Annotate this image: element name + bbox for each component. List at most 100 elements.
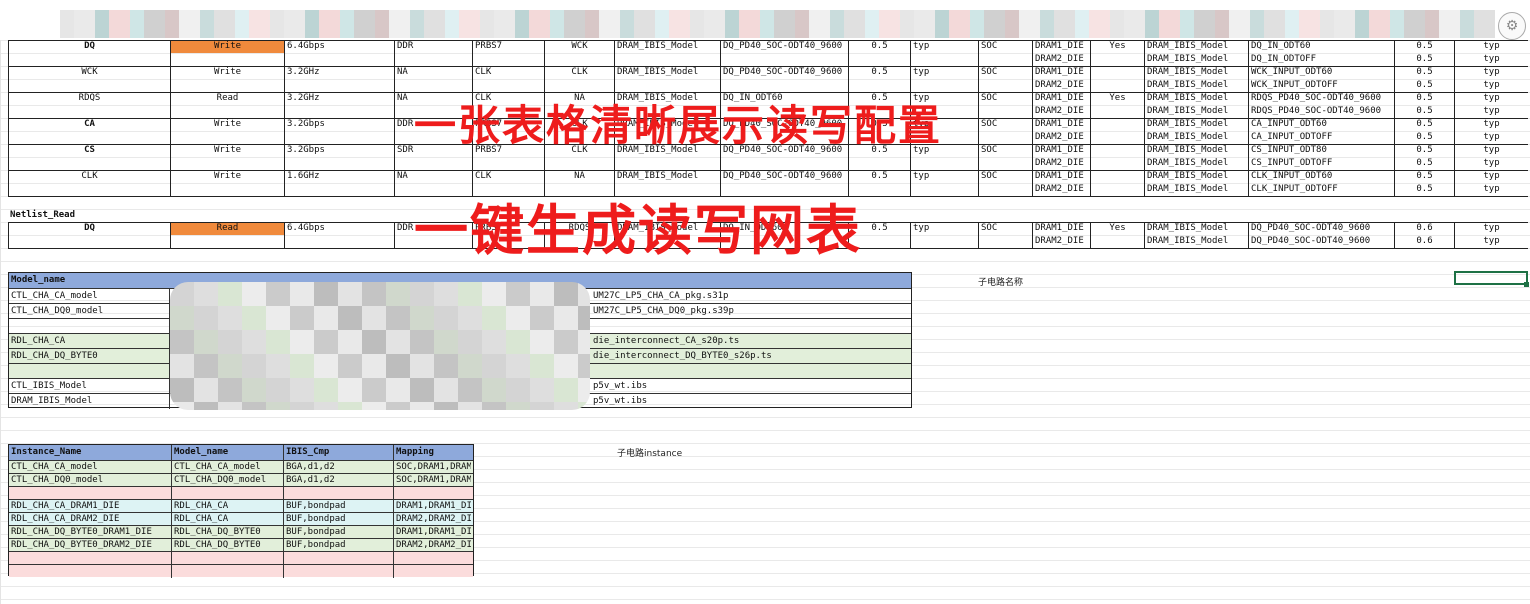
instance-header-cell[interactable]: Instance_Name: [9, 445, 171, 460]
cell-die[interactable]: DRAM1_DIE: [1032, 222, 1090, 235]
cell-die[interactable]: DRAM2_DIE: [1032, 157, 1090, 170]
cell-drv[interactable]: [978, 131, 1032, 144]
cell-v2[interactable]: 0.5: [1394, 170, 1454, 183]
cell-c2[interactable]: typ: [1454, 235, 1528, 248]
model-path-cell[interactable]: UM27C_LP5_CHA_DQ0_pkg.s39p: [591, 304, 909, 319]
cell-type[interactable]: [394, 157, 472, 170]
cell-sig[interactable]: DQ: [8, 40, 170, 53]
cell-pat[interactable]: CLK: [472, 66, 544, 79]
cell-sig[interactable]: WCK: [8, 66, 170, 79]
cell-ref[interactable]: [544, 79, 614, 92]
cell-m3[interactable]: DRAM_IBIS_Model: [1144, 118, 1248, 131]
cell-dir[interactable]: [170, 183, 284, 196]
cell-die[interactable]: DRAM2_DIE: [1032, 105, 1090, 118]
cell-m4[interactable]: RDQS_PD40_SOC-ODT40_9600: [1248, 92, 1394, 105]
cell-corner[interactable]: [910, 235, 978, 248]
cell-c2[interactable]: typ: [1454, 131, 1528, 144]
cell-sig[interactable]: [8, 53, 170, 66]
cell-pat[interactable]: PRBS7: [472, 40, 544, 53]
cell-drv[interactable]: [978, 79, 1032, 92]
cell-yes[interactable]: [1090, 183, 1144, 196]
cell-yes[interactable]: [1090, 131, 1144, 144]
cell-dir[interactable]: Write: [170, 40, 284, 53]
cell-m1[interactable]: DRAM_IBIS_Model: [614, 40, 720, 53]
cell-v[interactable]: [848, 53, 910, 66]
cell-die[interactable]: DRAM1_DIE: [1032, 170, 1090, 183]
cell-yes[interactable]: [1090, 235, 1144, 248]
cell-dir[interactable]: [170, 131, 284, 144]
cell-m1[interactable]: [614, 157, 720, 170]
cell-v[interactable]: [848, 79, 910, 92]
cell-v2[interactable]: 0.5: [1394, 144, 1454, 157]
cell-v[interactable]: 0.5: [848, 170, 910, 183]
cell-die[interactable]: DRAM2_DIE: [1032, 131, 1090, 144]
cell-m4[interactable]: CA_INPUT_ODTOFF: [1248, 131, 1394, 144]
instance-header-cell[interactable]: IBIS_Cmp: [283, 445, 393, 460]
model-name-cell[interactable]: CTL_CHA_DQ0_model: [9, 304, 169, 319]
cell-m4[interactable]: CA_INPUT_ODT60: [1248, 118, 1394, 131]
cell-rate[interactable]: 3.2Gbps: [284, 144, 394, 157]
cell-dir[interactable]: Write: [170, 66, 284, 79]
cell-c2[interactable]: typ: [1454, 40, 1528, 53]
cell-yes[interactable]: [1090, 66, 1144, 79]
cell-m3[interactable]: DRAM_IBIS_Model: [1144, 157, 1248, 170]
cell-sig[interactable]: [8, 235, 170, 248]
cell-corner[interactable]: [910, 157, 978, 170]
cell-m3[interactable]: DRAM_IBIS_Model: [1144, 40, 1248, 53]
cell-sig[interactable]: [8, 183, 170, 196]
cell-rate[interactable]: 3.2GHz: [284, 66, 394, 79]
cell-c2[interactable]: typ: [1454, 92, 1528, 105]
model-name-cell[interactable]: DRAM_IBIS_Model: [9, 394, 169, 409]
cell-rate[interactable]: [284, 235, 394, 248]
cell-drv[interactable]: SOC: [978, 222, 1032, 235]
cell-v[interactable]: 0.5: [848, 40, 910, 53]
cell-m4[interactable]: DQ_PD40_SOC-ODT40_9600: [1248, 235, 1394, 248]
cell-c2[interactable]: typ: [1454, 79, 1528, 92]
cell-m1[interactable]: [614, 53, 720, 66]
instance-cell[interactable]: [9, 565, 171, 578]
model-name-cell[interactable]: CTL_IBIS_Model: [9, 379, 169, 394]
cell-type[interactable]: [394, 79, 472, 92]
model-path-cell[interactable]: UM27C_LP5_CHA_CA_pkg.s31p: [591, 289, 909, 304]
netlist-read-title[interactable]: Netlist_Read: [8, 209, 77, 222]
cell-yes[interactable]: [1090, 118, 1144, 131]
cell-m3[interactable]: DRAM_IBIS_Model: [1144, 92, 1248, 105]
cell-corner[interactable]: typ: [910, 222, 978, 235]
header-model-name[interactable]: Model_name: [9, 273, 169, 288]
cell-m4[interactable]: CLK_INPUT_ODT60: [1248, 170, 1394, 183]
cell-v2[interactable]: 0.5: [1394, 118, 1454, 131]
cell-dir[interactable]: Write: [170, 170, 284, 183]
cell-pat[interactable]: [472, 79, 544, 92]
cell-dir[interactable]: Read: [170, 222, 284, 235]
cell-drv[interactable]: [978, 157, 1032, 170]
instance-header-cell[interactable]: Mapping: [393, 445, 471, 460]
cell-drv[interactable]: SOC: [978, 144, 1032, 157]
cell-ref[interactable]: [544, 53, 614, 66]
cell-m4[interactable]: CLK_INPUT_ODTOFF: [1248, 183, 1394, 196]
cell-rate[interactable]: [284, 183, 394, 196]
cell-m3[interactable]: DRAM_IBIS_Model: [1144, 144, 1248, 157]
cell-dir[interactable]: [170, 105, 284, 118]
cell-m2[interactable]: [720, 79, 848, 92]
cell-rate[interactable]: [284, 79, 394, 92]
cell-yes[interactable]: [1090, 170, 1144, 183]
cell-m2[interactable]: [720, 53, 848, 66]
cell-c2[interactable]: typ: [1454, 66, 1528, 79]
cell-die[interactable]: DRAM2_DIE: [1032, 53, 1090, 66]
cell-m4[interactable]: WCK_INPUT_ODT60: [1248, 66, 1394, 79]
model-name-cell[interactable]: [9, 319, 169, 334]
cell-rate[interactable]: [284, 131, 394, 144]
cell-rate[interactable]: [284, 157, 394, 170]
cell-m3[interactable]: DRAM_IBIS_Model: [1144, 131, 1248, 144]
cell-m3[interactable]: DRAM_IBIS_Model: [1144, 183, 1248, 196]
cell-c2[interactable]: typ: [1454, 222, 1528, 235]
model-name-cell[interactable]: [9, 364, 169, 379]
cell-ref[interactable]: WCK: [544, 40, 614, 53]
cell-corner[interactable]: typ: [910, 66, 978, 79]
cell-die[interactable]: DRAM2_DIE: [1032, 235, 1090, 248]
cell-m3[interactable]: DRAM_IBIS_Model: [1144, 105, 1248, 118]
cell-rate[interactable]: 3.2Gbps: [284, 118, 394, 131]
instance-cell[interactable]: [283, 565, 393, 578]
cell-m3[interactable]: DRAM_IBIS_Model: [1144, 53, 1248, 66]
model-path-cell[interactable]: p5v_wt.ibs: [591, 394, 909, 409]
